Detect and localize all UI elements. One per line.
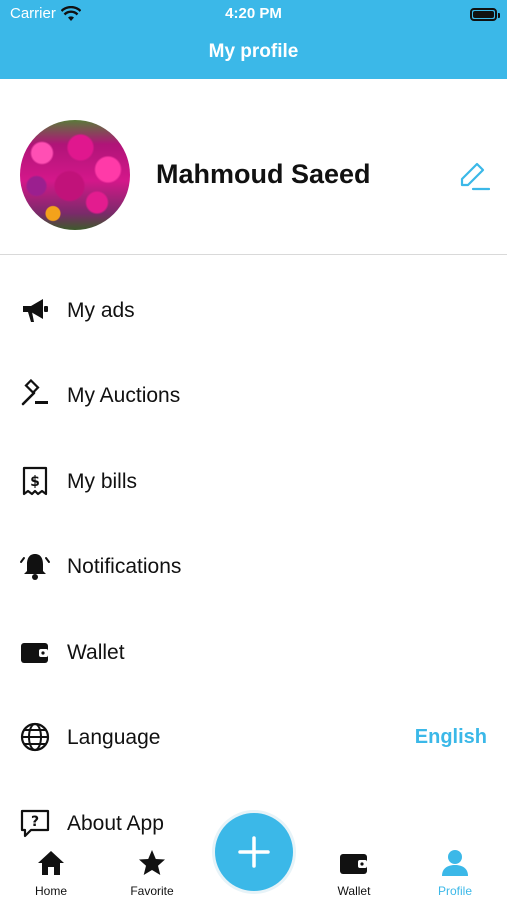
status-time: 4:20 PM: [225, 5, 282, 22]
avatar[interactable]: [20, 120, 130, 230]
wallet-icon: [340, 854, 367, 874]
menu-item-notifications[interactable]: Notifications: [0, 537, 507, 597]
menu-item-label: Notifications: [67, 555, 182, 578]
tab-label: Home: [34, 884, 67, 898]
globe-icon: [20, 722, 50, 752]
app-header: Carrier 4:20 PM My profile: [0, 0, 507, 79]
bell-icon: [20, 554, 50, 580]
wallet-icon: [21, 643, 48, 663]
plus-icon: [238, 836, 270, 868]
add-button[interactable]: [212, 810, 296, 894]
edit-pencil-icon[interactable]: [456, 159, 490, 193]
svg-text:?: ?: [31, 814, 39, 830]
megaphone-icon: [23, 299, 48, 322]
tab-wallet[interactable]: Wallet: [314, 840, 394, 900]
menu-item-language[interactable]: Language English: [0, 708, 507, 768]
menu-item-label: About App: [67, 812, 164, 835]
tab-profile[interactable]: Profile: [415, 840, 495, 900]
status-bar: Carrier 4:20 PM: [0, 4, 507, 24]
home-icon: [38, 851, 64, 875]
menu-item-label: Wallet: [67, 641, 125, 664]
user-icon: [442, 850, 468, 876]
gavel-icon: [21, 379, 48, 406]
profile-name: Mahmoud Saeed: [156, 159, 371, 189]
tab-label: Wallet: [337, 884, 371, 898]
menu-item-my-auctions[interactable]: My Auctions: [0, 366, 507, 426]
bill-icon: $: [22, 466, 48, 496]
battery-icon: [470, 8, 500, 21]
tab-label: Profile: [437, 884, 472, 898]
page-title: My profile: [208, 41, 299, 62]
menu-item-label: Language: [67, 726, 161, 749]
menu-item-label: My Auctions: [67, 384, 181, 407]
star-icon: [139, 850, 165, 875]
svg-text:$: $: [30, 474, 40, 490]
menu-item-my-bills[interactable]: $ My bills: [0, 452, 507, 512]
profile-section: Mahmoud Saeed: [0, 79, 507, 255]
tab-home[interactable]: Home: [11, 840, 91, 900]
menu-item-my-ads[interactable]: My ads: [0, 281, 507, 341]
tab-favorite[interactable]: Favorite: [112, 840, 192, 900]
language-value[interactable]: English: [415, 726, 487, 749]
menu-item-label: My ads: [67, 299, 135, 322]
menu-item-label: My bills: [67, 470, 138, 493]
menu-item-wallet[interactable]: Wallet: [0, 623, 507, 683]
tab-label: Favorite: [130, 884, 174, 898]
question-icon: ?: [20, 809, 50, 838]
